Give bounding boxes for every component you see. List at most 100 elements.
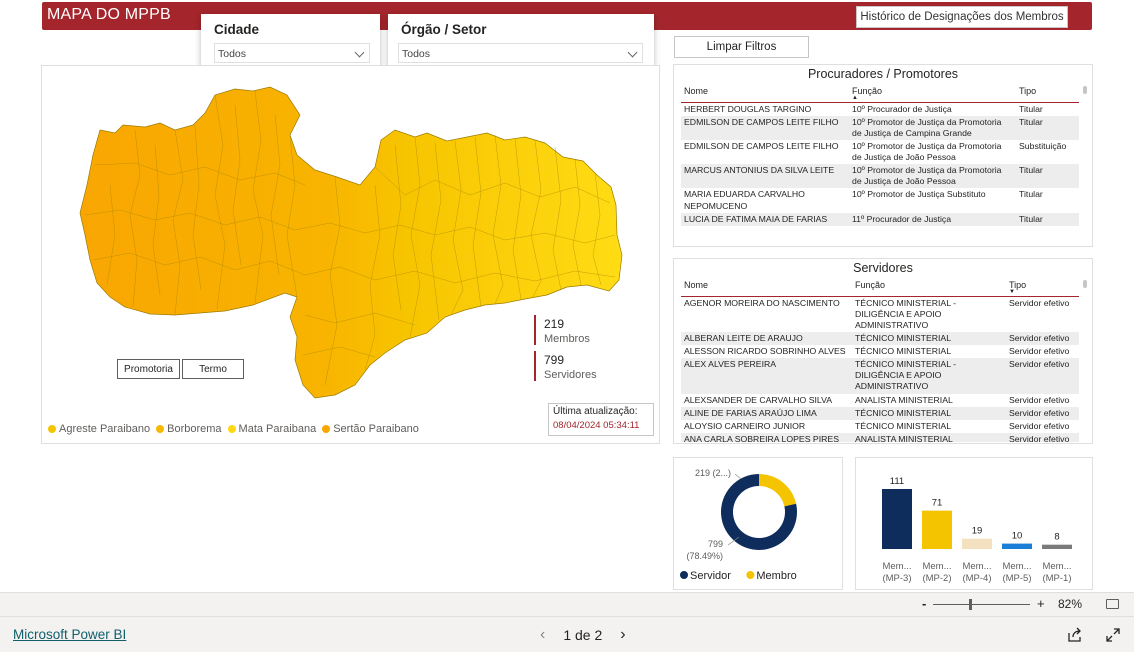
column-header-tipo[interactable]: Tipo (1016, 86, 1079, 103)
zoom-out-button[interactable]: - (922, 596, 926, 611)
legend-dot (227, 425, 236, 433)
cell-tipo: Servidor efetivo (1006, 358, 1079, 394)
table-row[interactable]: HERBERT DOUGLAS TARGINO 10º Procurador de… (681, 102, 1079, 116)
bar-category-label: Mem... (962, 561, 991, 572)
legend-item[interactable]: Borborema (156, 423, 222, 435)
cell-funcao: TÉCNICO MINISTERIAL - DILIGÊNCIA E APOIO… (855, 297, 957, 330)
cell-tipo: Servidor efetivo (1006, 432, 1079, 442)
bar-mark[interactable] (882, 489, 912, 549)
cell-nome: EDMILSON DE CAMPOS LEITE FILHO (681, 115, 849, 140)
cell-funcao: TÉCNICO MINISTERIAL (852, 331, 1006, 345)
servidores-label: Servidores (544, 369, 597, 381)
fit-to-page-icon[interactable] (1106, 599, 1119, 609)
donut-label-servidor: 799 (708, 539, 723, 549)
bar-value-label: 111 (890, 476, 904, 487)
table-row[interactable]: MARIA EDUARDA CARVALHO NEPOMUCENO 10º Pro… (681, 188, 1079, 212)
donut-label-membro: 219 (2...) (695, 468, 731, 478)
bar-value-label: 10 (1012, 531, 1023, 542)
chevron-left-icon[interactable]: ‹ (540, 626, 545, 644)
last-update-value: 08/04/2024 05:34:11 (553, 420, 640, 431)
bar-category-label: (MP-4) (962, 573, 991, 584)
servidores-title: Servidores (853, 261, 913, 275)
column-header-funcao[interactable]: Função (852, 280, 1006, 297)
donut-legend-label[interactable]: Membro (756, 570, 796, 582)
table-row[interactable]: ANA CARLA SOBREIRA LOPES PIRES DEANALIST… (681, 432, 1079, 442)
orgao-dropdown[interactable]: Todos (398, 43, 643, 63)
table-row[interactable]: EDMILSON DE CAMPOS LEITE FILHO 10º Promot… (681, 115, 1079, 140)
cell-tipo: Servidor efetivo (1009, 394, 1070, 405)
cell-tipo: Servidor efetivo (1009, 297, 1070, 308)
scrollbar[interactable] (1083, 86, 1087, 94)
donut-legend-label[interactable]: Servidor (690, 570, 731, 582)
bar-category-label: (MP-2) (922, 573, 951, 584)
table-row[interactable]: MARCUS ANTONIUS DA SILVA LEITE 10º Promot… (681, 164, 1079, 189)
table-row[interactable]: ALOYSIO CARNEIRO JUNIOR TÉCNICO MINISTERI… (681, 420, 1079, 433)
cidade-dropdown[interactable]: Todos (214, 43, 370, 63)
bar-mark[interactable] (1002, 543, 1032, 549)
table-row[interactable]: LUCIA DE FATIMA MAIA DE FARIAS 11º Procur… (681, 212, 1079, 226)
chevron-down-icon (354, 47, 365, 58)
column-header-nome[interactable]: Nome (681, 86, 849, 103)
legend-item[interactable]: Agreste Paraibano (48, 423, 150, 435)
cell-tipo: Titular (1016, 115, 1079, 140)
cell-funcao: ANALISTA MINISTERIAL (855, 394, 953, 405)
donut-leader-line (734, 473, 742, 480)
membros-label: Membros (544, 333, 590, 345)
orgao-slicer-title: Órgão / Setor (401, 22, 487, 37)
history-button[interactable]: Histórico de Designações dos Membros (856, 6, 1068, 28)
cell-nome: ALINE DE FARIAS ARAÚJO LIMA (681, 406, 852, 420)
bar-mark[interactable] (1042, 544, 1072, 549)
cell-tipo: Titular (1016, 164, 1079, 189)
kpi-accent-line (534, 351, 536, 381)
bar-category-label: (MP-3) (882, 573, 911, 584)
column-header-tipo[interactable]: Tipo ▼ (1006, 280, 1079, 297)
legend-item[interactable]: Sertão Paraibano (322, 423, 419, 435)
chevron-down-icon (627, 47, 638, 58)
column-header-funcao[interactable]: Função ▲ (849, 86, 1016, 103)
cell-tipo: Titular (1019, 103, 1043, 114)
report-title: MAPA DO MPPB (47, 6, 171, 23)
zoom-slider-thumb[interactable] (969, 599, 972, 610)
fullscreen-icon[interactable] (1106, 628, 1120, 642)
share-icon[interactable] (1067, 627, 1083, 643)
orgao-slicer: Órgão / Setor Todos (388, 14, 654, 72)
cell-nome: ALESSON RICARDO SOBRINHO ALVES (684, 346, 846, 356)
legend-item[interactable]: Mata Paraibana (227, 423, 316, 435)
bar-mark[interactable] (922, 510, 952, 549)
donut-chart[interactable]: 219 (2...) 799 (78.49%) Servidor Membro (673, 457, 843, 590)
chevron-right-icon[interactable]: › (620, 626, 625, 644)
cell-funcao: 10º Procurador de Justiça (852, 103, 952, 114)
bar-chart[interactable]: 111Mem...(MP-3)71Mem...(MP-2)19Mem...(MP… (855, 457, 1093, 590)
zoom-in-button[interactable]: + (1037, 596, 1045, 611)
zoom-slider-track[interactable] (933, 604, 1030, 605)
last-update-box: Última atualização: 08/04/2024 05:34:11 (548, 403, 654, 436)
table-row[interactable]: ALEX ALVES PEREIRA TÉCNICO MINISTERIAL - … (681, 358, 1079, 394)
servidores-table-viewport: Nome Função Tipo ▼ AGENOR MOREIRA DO NASC… (673, 280, 1093, 442)
bar-mark[interactable] (962, 538, 992, 549)
legend-dot (156, 425, 165, 433)
bar-category-label: (MP-1) (1042, 573, 1071, 584)
power-bi-link[interactable]: Microsoft Power BI (13, 627, 126, 642)
table-row[interactable]: ALESSON RICARDO SOBRINHO ALVES TÉCNICO MI… (681, 345, 1079, 358)
table-row[interactable]: ALEXSANDER DE CARVALHO SILVA ANALISTA MIN… (681, 394, 1079, 407)
page-indicator: 1 de 2 (563, 627, 603, 643)
cell-nome: EDMILSON DE CAMPOS LEITE FILHO (684, 140, 839, 151)
table-row[interactable]: EDMILSON DE CAMPOS LEITE FILHO 10º Promot… (681, 140, 1079, 164)
bar-category-label: Mem... (1042, 561, 1071, 572)
table-row[interactable]: AGENOR MOREIRA DO NASCIMENTO TÉCNICO MINI… (681, 296, 1079, 332)
map-legend: Agreste Paraibano Borborema Mata Paraiba… (48, 423, 419, 435)
donut-slice-membro[interactable] (759, 474, 797, 507)
cell-tipo: Titular (1016, 212, 1079, 226)
last-update-label: Última atualização: (553, 406, 638, 417)
clear-filters-button[interactable]: Limpar Filtros (674, 36, 809, 58)
table-row[interactable]: ALBERAN LEITE DE ARAUJO TÉCNICO MINISTERI… (681, 331, 1079, 345)
cell-nome: MARCUS ANTONIUS DA SILVA LEITE (681, 164, 849, 189)
cidade-slicer-title: Cidade (214, 22, 260, 37)
column-header-nome[interactable]: Nome (681, 280, 852, 297)
table-row[interactable]: ALINE DE FARIAS ARAÚJO LIMA TÉCNICO MINIS… (681, 406, 1079, 420)
orgao-dropdown-value: Todos (402, 48, 431, 60)
map-region-shape[interactable] (79, 86, 623, 399)
promotoria-button[interactable]: Promotoria (117, 359, 180, 379)
cell-funcao: TÉCNICO MINISTERIAL (855, 346, 952, 356)
termo-button[interactable]: Termo (182, 359, 244, 379)
